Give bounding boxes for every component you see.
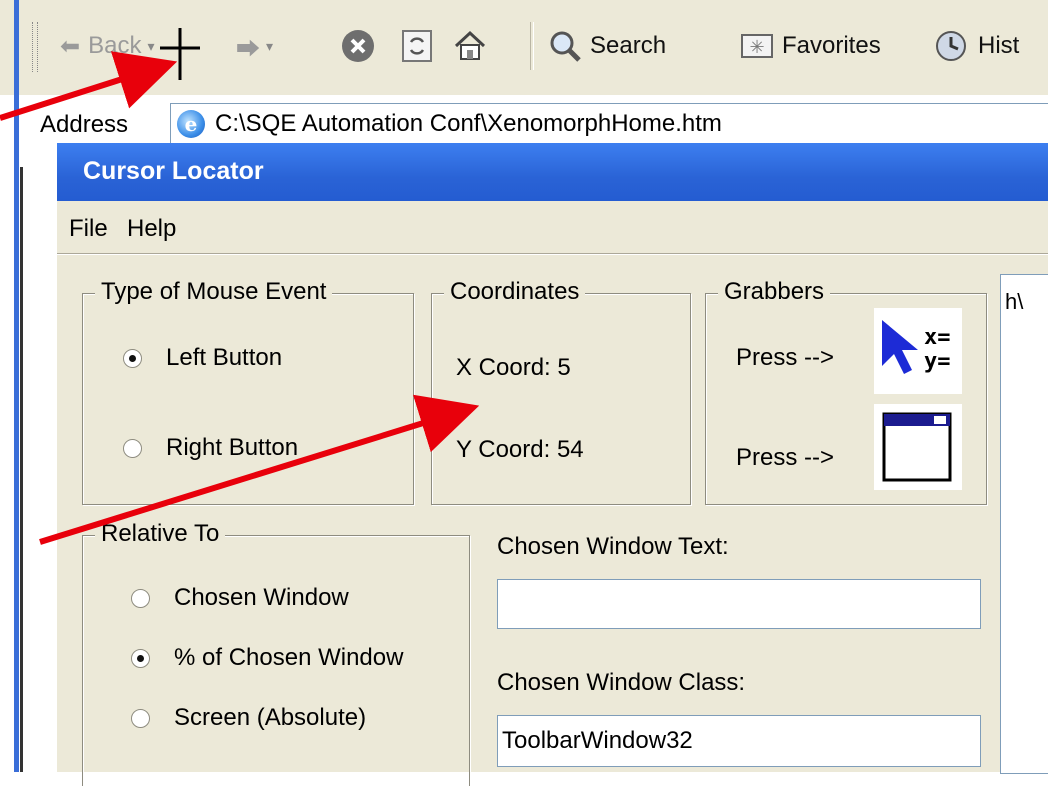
screen-absolute-label: Screen (Absolute)	[174, 704, 367, 731]
right-button-radio-indicator[interactable]	[123, 438, 142, 458]
cursor-locator-dialog: Cursor Locator File Help Type of Mouse E…	[57, 143, 1048, 786]
browser-left-border-lower	[14, 147, 19, 772]
grabbers-legend: Grabbers	[718, 278, 831, 306]
menu-file[interactable]: File	[69, 215, 108, 243]
y-coord-readout: Y Coord: 54	[456, 436, 584, 464]
x-coord-label: X Coord:	[456, 354, 551, 381]
chosen-window-text-label: Chosen Window Text:	[497, 533, 729, 560]
refresh-icon	[402, 30, 432, 62]
back-dropdown-icon[interactable]: ▾	[147, 38, 154, 55]
home-button[interactable]	[452, 25, 488, 67]
browser-content-edge	[20, 167, 23, 772]
left-button-radio-indicator[interactable]	[123, 348, 142, 368]
address-input[interactable]: e C:\SQE Automation Conf\XenomorphHome.h…	[170, 103, 1048, 145]
chosen-window-radio-indicator[interactable]	[131, 588, 150, 608]
menu-divider	[57, 253, 1048, 255]
back-label: Back	[88, 32, 142, 59]
back-button[interactable]: ⬅ Back ▾	[60, 25, 155, 67]
chosen-window-class-value: ToolbarWindow32	[502, 727, 693, 754]
coordinate-grabber-button[interactable]: x= y=	[874, 308, 962, 394]
press-label-xy: Press -->	[736, 344, 835, 371]
right-button-label: Right Button	[166, 434, 299, 461]
favorites-label: Favorites	[782, 32, 881, 59]
y-coord-value: 54	[556, 436, 584, 463]
relative-to-group: Relative To Chosen Window % of Chosen Wi…	[82, 520, 470, 786]
chosen-window-class-field[interactable]: ToolbarWindow32	[497, 715, 981, 767]
svg-text:x=: x=	[924, 325, 951, 350]
grabbers-group: Grabbers Press --> Press --> x= y=	[705, 278, 987, 505]
address-label: Address	[40, 111, 129, 138]
relative-to-legend: Relative To	[95, 520, 226, 548]
x-coord-value: 5	[557, 354, 571, 381]
screen-absolute-radio[interactable]: Screen (Absolute)	[131, 704, 366, 732]
percent-chosen-window-radio-indicator[interactable]	[131, 648, 150, 668]
percent-chosen-window-radio[interactable]: % of Chosen Window	[131, 644, 403, 672]
window-grabber-button[interactable]	[874, 404, 962, 490]
coordinates-group: Coordinates X Coord: 5 Y Coord: 54	[431, 278, 691, 505]
cursor-xy-icon: x= y=	[882, 320, 951, 374]
refresh-button[interactable]	[400, 25, 434, 67]
search-button[interactable]: Search	[548, 25, 666, 67]
history-icon	[936, 31, 966, 61]
svg-text:✳: ✳	[749, 37, 764, 57]
toolbar-separator	[530, 22, 534, 70]
favorites-icon: ✳	[741, 34, 773, 58]
mouse-event-legend: Type of Mouse Event	[95, 278, 333, 306]
home-icon	[454, 30, 486, 60]
forward-dropdown-icon[interactable]: ▾	[266, 38, 273, 55]
menu-bar: File Help	[57, 201, 1048, 253]
history-label: Hist	[978, 32, 1020, 59]
right-button-radio[interactable]: Right Button	[123, 434, 298, 462]
mouse-event-group: Type of Mouse Event Left Button Right Bu…	[82, 278, 414, 505]
output-list-text: h\	[1005, 289, 1024, 314]
left-button-label: Left Button	[166, 344, 283, 371]
dialog-titlebar[interactable]: Cursor Locator	[57, 143, 1048, 201]
history-button[interactable]: Hist	[934, 25, 1019, 67]
y-coord-label: Y Coord:	[456, 436, 551, 463]
browser-content-strip	[0, 147, 52, 772]
address-value: C:\SQE Automation Conf\XenomorphHome.htm	[215, 110, 722, 137]
press-label-window: Press -->	[736, 444, 835, 471]
window-icon	[882, 412, 952, 482]
svg-text:y=: y=	[924, 349, 951, 374]
chosen-window-label: Chosen Window	[174, 584, 349, 611]
chosen-window-radio[interactable]: Chosen Window	[131, 584, 349, 612]
favorites-button[interactable]: ✳ Favorites	[740, 25, 881, 67]
search-icon	[550, 31, 581, 62]
coordinates-legend: Coordinates	[444, 278, 586, 306]
toolbar-grip[interactable]	[32, 22, 38, 72]
stop-button[interactable]	[340, 25, 376, 67]
forward-button[interactable]: ⮕ ▾	[236, 25, 273, 67]
percent-chosen-window-label: % of Chosen Window	[174, 644, 404, 671]
dialog-title: Cursor Locator	[83, 157, 264, 185]
menu-help[interactable]: Help	[127, 215, 176, 243]
x-coord-readout: X Coord: 5	[456, 354, 571, 382]
screen-absolute-radio-indicator[interactable]	[131, 708, 150, 728]
browser-toolbar: ⬅ Back ▾ ⮕ ▾ Search ✳ Favorites Hist	[0, 0, 1048, 772]
chosen-window-text-field[interactable]	[497, 579, 981, 629]
chosen-window-class-label: Chosen Window Class:	[497, 669, 746, 696]
search-label: Search	[590, 32, 667, 59]
forward-arrow-icon: ⮕	[236, 35, 260, 63]
ie-page-icon: e	[177, 110, 205, 138]
stop-icon	[342, 30, 374, 62]
back-arrow-icon: ⬅	[60, 32, 81, 60]
output-list[interactable]: h\	[1000, 274, 1048, 774]
left-button-radio[interactable]: Left Button	[123, 344, 282, 372]
address-bar-label: Address	[40, 103, 128, 147]
